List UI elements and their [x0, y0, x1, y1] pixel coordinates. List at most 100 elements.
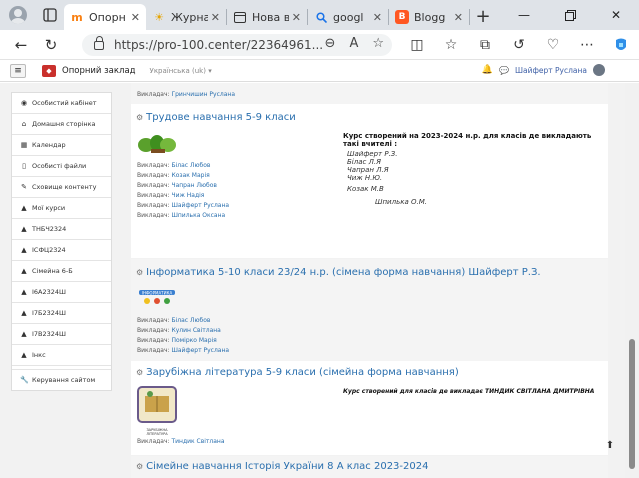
tab-5[interactable]: B Blogg ✕	[389, 4, 469, 30]
sidebar-item-course[interactable]: ▲ Інкс	[12, 345, 111, 366]
url-text: https://pro-100.center/22364961...	[114, 38, 324, 52]
sidebar-item-course[interactable]: ▲ ІСФЦ2324	[12, 240, 111, 261]
language-selector[interactable]: Українська (uk) ▾	[150, 67, 212, 75]
teacher-name-link[interactable]: Чиж Надія	[171, 192, 204, 199]
user-avatar[interactable]	[593, 64, 605, 76]
user-name[interactable]: Шайферт Руслана	[515, 66, 587, 75]
course-title: Трудове навчання 5-9 класи	[146, 112, 296, 123]
tab-1[interactable]: m Опорн ✕	[64, 4, 146, 30]
teacher-name-link[interactable]: Чапран Любов	[171, 182, 217, 189]
new-tab-button[interactable]: +	[470, 3, 496, 29]
more-dots-icon: ⋯	[580, 37, 594, 53]
history-button[interactable]: ↺	[502, 30, 536, 60]
close-icon[interactable]: ✕	[292, 11, 301, 24]
sun-icon: ☀	[154, 10, 164, 24]
read-aloud-icon[interactable]: A	[349, 36, 358, 51]
close-window-button[interactable]: ✕	[593, 0, 639, 30]
zoom-icon[interactable]: ⊖	[325, 36, 336, 51]
restore-button[interactable]	[547, 0, 593, 30]
site-logo[interactable]: ◆	[42, 64, 56, 77]
teacher-name-link[interactable]: Тиндик Світлана	[171, 438, 224, 445]
menu-toggle-button[interactable]: ≡	[10, 63, 26, 78]
course-title-link[interactable]: ⚙ Сімейне навчання Історія України 8 А кл…	[136, 461, 428, 472]
sidebar-item-course[interactable]: ▲ І7В2324Ш	[12, 324, 111, 345]
page-scrollbar[interactable]	[625, 83, 639, 478]
sidebar-item-my-courses[interactable]: ▲ Мої курси	[12, 198, 111, 219]
address-bar[interactable]: https://pro-100.center/22364961... ⊖ A ☆	[82, 34, 392, 56]
close-icon[interactable]: ✕	[373, 11, 382, 24]
sidebar-item-home[interactable]: ⌂ Домашня сторінка	[12, 114, 111, 135]
course-title-link[interactable]: ⚙ Інформатика 5-10 класи 23/24 н.р. (сіме…	[136, 267, 541, 278]
teacher-name-link[interactable]: Шайферт Руслана	[171, 202, 229, 209]
workspaces-button[interactable]	[36, 0, 64, 30]
summary-line: Чапран Л.Я	[347, 166, 389, 174]
split-screen-button[interactable]: ◫	[400, 30, 434, 60]
sidebar-item-label: І7Б2324Ш	[32, 309, 67, 317]
sidebar-item-site-admin[interactable]: 🔧 Керування сайтом	[12, 369, 111, 390]
browser-essentials-button[interactable]: ♡	[536, 30, 570, 60]
reload-button[interactable]: ↻	[36, 30, 66, 60]
course-title-link[interactable]: ⚙ Зарубіжна література 5-9 класи (сімейна…	[136, 367, 459, 378]
teacher-name-link[interactable]: Козак Марія	[171, 172, 209, 179]
teacher-name-link[interactable]: Білас Любов	[171, 317, 210, 324]
sidebar-item-label: ІСФЦ2324	[32, 246, 66, 254]
course-teacher: Викладач: Козак Марія	[137, 171, 229, 181]
graduation-cap-icon: ▲	[21, 351, 27, 359]
close-icon[interactable]: ✕	[211, 11, 220, 24]
notification-bell-icon[interactable]: 🔔	[482, 65, 493, 75]
sidebar-item-label: Особисті файли	[32, 162, 87, 170]
minimize-button[interactable]: —	[501, 0, 547, 30]
course-teacher: Викладач: Кулин Світлана	[137, 326, 229, 336]
graduation-cap-icon: ▲	[21, 204, 27, 212]
teacher-name-link[interactable]: Шпилька Оксана	[171, 212, 225, 219]
course-teacher: Викладач: Гринчишин Руслана	[137, 90, 235, 100]
profile-button[interactable]	[0, 0, 36, 30]
tab-title: Опорн	[89, 10, 126, 24]
sidebar-item-private-files[interactable]: ▯ Особисті файли	[12, 156, 111, 177]
sidebar-item-label: Домашня сторінка	[32, 120, 96, 128]
sidebar-item-dashboard[interactable]: ◉ Особистий кабінет	[12, 93, 111, 114]
course-icon: ⚙	[136, 462, 144, 471]
tab-2[interactable]: ☀ Журна ✕	[146, 4, 226, 30]
teacher-name-link[interactable]: Кулин Світлана	[171, 327, 220, 334]
course-image: ЗАРУБІЖНА ЛІТЕРАТУРА	[137, 386, 177, 436]
tab-3[interactable]: Нова в ✕	[227, 4, 307, 30]
scrollbar-thumb[interactable]	[629, 339, 635, 469]
sidebar-item-course[interactable]: ▲ ТНБЧ2324	[12, 219, 111, 240]
copilot-button[interactable]	[604, 30, 638, 60]
sidebar-item-content-bank[interactable]: ✎ Сховище контенту	[12, 177, 111, 198]
teacher-name-link[interactable]: Білас Любов	[171, 162, 210, 169]
course-teacher: Викладач: Шайферт Руслана	[137, 201, 229, 211]
arrow-up-icon: ⬆	[605, 440, 615, 451]
close-icon[interactable]: ✕	[454, 11, 463, 24]
favorite-star-icon[interactable]: ☆	[372, 36, 384, 51]
course-card: ⚙ Зарубіжна література 5-9 класи (сімейна…	[131, 361, 608, 455]
sidebar-item-calendar[interactable]: ▦ Календар	[12, 135, 111, 156]
close-icon[interactable]: ✕	[131, 11, 140, 24]
site-name[interactable]: Опорний заклад	[62, 66, 136, 76]
course-card: ⚙ Сімейне навчання Історія України 8 А кл…	[131, 456, 608, 478]
tab-4[interactable]: googl ✕	[308, 4, 388, 30]
course-title-link[interactable]: ⚙ Трудове навчання 5-9 класи	[136, 112, 296, 123]
tab-title: Журна	[171, 10, 208, 24]
sidebar-item-label: І6А2324Ш	[32, 288, 66, 296]
favorites-button[interactable]: ☆	[434, 30, 468, 60]
back-button[interactable]: ←	[6, 30, 36, 60]
teacher-name-link[interactable]: Шайферт Руслана	[171, 347, 229, 354]
sidebar-item-course[interactable]: ▲ Сімейна 6-Б	[12, 261, 111, 282]
messages-icon[interactable]: 💬	[499, 66, 509, 75]
teacher-name-link[interactable]: Поміркo Марія	[171, 337, 216, 344]
teacher-name-link[interactable]: Гринчишин Руслана	[171, 91, 235, 98]
user-menu[interactable]: 🔔 💬 Шайферт Руслана	[482, 64, 605, 76]
tab-title: Нова в	[252, 10, 289, 24]
course-title: Інформатика 5-10 класи 23/24 н.р. (сімен…	[146, 267, 541, 278]
back-to-top-button[interactable]: ⬆	[602, 440, 618, 454]
dashboard-icon: ◉	[20, 99, 28, 107]
sidebar-item-course[interactable]: ▲ І7Б2324Ш	[12, 303, 111, 324]
course-teacher: Викладач: Чиж Надія	[137, 191, 229, 201]
course-icon: ⚙	[136, 268, 144, 277]
more-button[interactable]: ⋯	[570, 30, 604, 60]
collections-button[interactable]: ⧉	[468, 30, 502, 60]
svg-text:ІНФОРМАТИКА: ІНФОРМАТИКА	[142, 291, 173, 296]
sidebar-item-course[interactable]: ▲ І6А2324Ш	[12, 282, 111, 303]
